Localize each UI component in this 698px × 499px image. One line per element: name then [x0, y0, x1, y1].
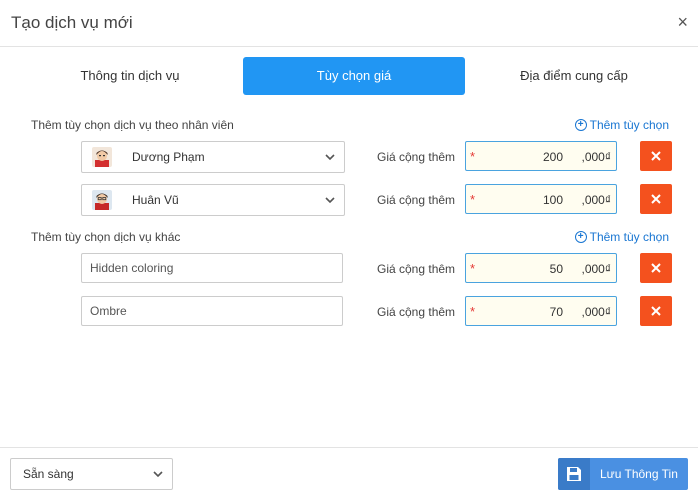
required-mark: * [470, 304, 476, 319]
other-option-row: Giá cộng thêm * 50 ,000₫ [0, 253, 698, 285]
other-section-label: Thêm tùy chọn dịch vụ khác [31, 230, 181, 244]
plus-circle-icon: + [574, 231, 587, 243]
price-value: 70 [549, 305, 563, 319]
price-unit: ,000₫ [581, 193, 611, 207]
staff-section-label: Thêm tùy chọn dịch vụ theo nhân viên [31, 118, 234, 132]
chevron-down-icon [325, 154, 335, 161]
option-name-input[interactable] [81, 253, 343, 283]
dialog-header: Tạo dịch vụ mới × [0, 0, 698, 47]
required-mark: * [470, 261, 476, 276]
price-input[interactable]: * 70 ,000₫ [465, 296, 617, 326]
delete-button[interactable] [640, 141, 672, 171]
price-label: Giá cộng thêm [377, 150, 456, 164]
price-label: Giá cộng thêm [377, 193, 456, 207]
close-icon [651, 263, 661, 273]
add-staff-option-link[interactable]: + Thêm tùy chọn [574, 118, 669, 132]
add-other-option-label: Thêm tùy chọn [589, 230, 669, 244]
dialog-footer: Sẵn sàng Lưu Thông Tin [0, 447, 698, 499]
dialog-title: Tạo dịch vụ mới [11, 13, 133, 32]
required-mark: * [470, 192, 476, 207]
close-icon [651, 151, 661, 161]
status-select-value: Sẵn sàng [23, 467, 74, 481]
tab-locations[interactable]: Địa điểm cung cấp [468, 57, 680, 95]
delete-button[interactable] [640, 296, 672, 326]
avatar [92, 147, 112, 167]
add-other-option-link[interactable]: + Thêm tùy chọn [574, 230, 669, 244]
delete-button[interactable] [640, 253, 672, 283]
other-option-row: Giá cộng thêm * 70 ,000₫ [0, 296, 698, 328]
staff-select-value: Huân Vũ [132, 193, 179, 207]
price-unit: ,000₫ [581, 150, 611, 164]
option-name-input[interactable] [81, 296, 343, 326]
price-label: Giá cộng thêm [377, 262, 456, 276]
delete-button[interactable] [640, 184, 672, 214]
status-select[interactable]: Sẵn sàng [10, 458, 173, 490]
staff-option-row: Dương Phạm Giá cộng thêm * 200 ,000₫ [0, 141, 698, 173]
avatar [92, 190, 112, 210]
close-icon[interactable]: × [677, 12, 688, 32]
tab-service-info[interactable]: Thông tin dịch vụ [20, 57, 240, 95]
save-icon-container [558, 458, 590, 490]
save-button[interactable]: Lưu Thông Tin [558, 458, 688, 490]
staff-select-value: Dương Phạm [132, 150, 205, 164]
close-icon [651, 194, 661, 204]
price-input[interactable]: * 200 ,000₫ [465, 141, 617, 171]
staff-select[interactable]: Dương Phạm [81, 141, 345, 173]
price-value: 50 [549, 262, 563, 276]
price-input[interactable]: * 50 ,000₫ [465, 253, 617, 283]
save-button-label: Lưu Thông Tin [600, 467, 678, 481]
close-icon [651, 306, 661, 316]
required-mark: * [470, 149, 476, 164]
staff-option-row: Huân Vũ Giá cộng thêm * 100 ,000₫ [0, 184, 698, 216]
price-input[interactable]: * 100 ,000₫ [465, 184, 617, 214]
floppy-disk-icon [567, 467, 581, 481]
price-value: 200 [542, 150, 563, 164]
price-label: Giá cộng thêm [377, 305, 456, 319]
staff-select[interactable]: Huân Vũ [81, 184, 345, 216]
price-unit: ,000₫ [581, 262, 611, 276]
add-staff-option-label: Thêm tùy chọn [589, 118, 669, 132]
tab-bar: Thông tin dịch vụ Tùy chọn giá Địa điểm … [20, 57, 680, 95]
chevron-down-icon [325, 197, 335, 204]
price-value: 100 [542, 193, 563, 207]
chevron-down-icon [153, 471, 163, 478]
plus-circle-icon: + [574, 119, 587, 131]
tab-price-options[interactable]: Tùy chọn giá [243, 57, 465, 95]
price-unit: ,000₫ [581, 305, 611, 319]
